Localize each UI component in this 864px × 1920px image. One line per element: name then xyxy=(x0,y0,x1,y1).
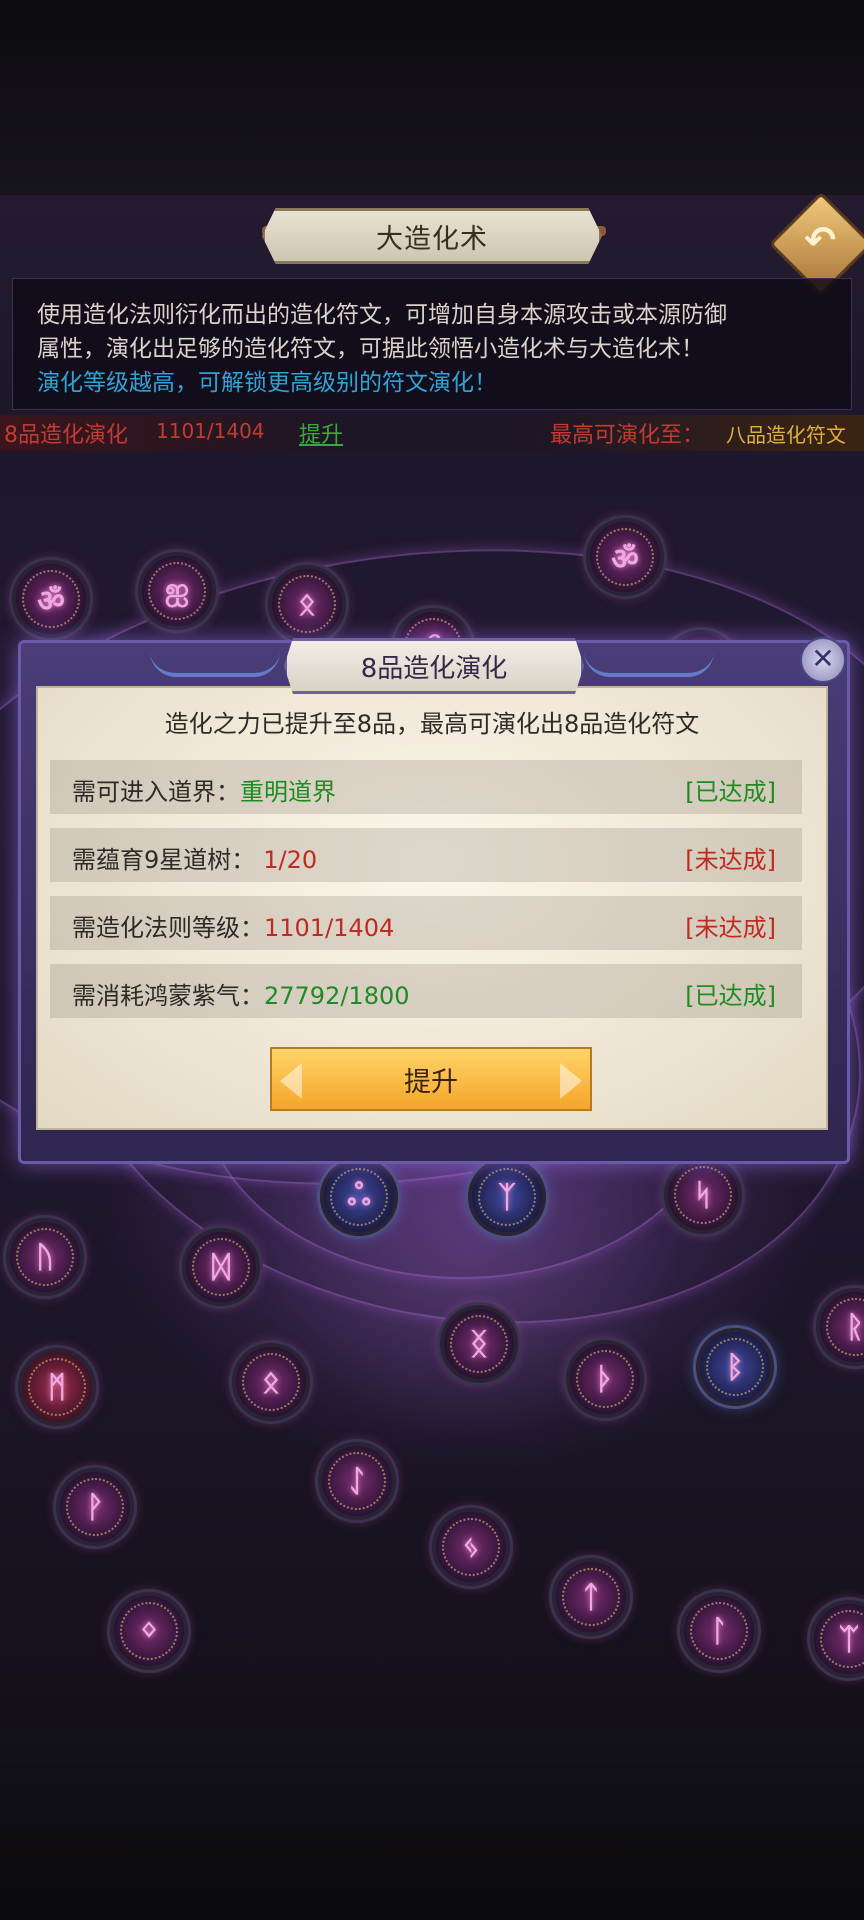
rune-node[interactable]: ᚢ xyxy=(6,1218,84,1296)
rune-node[interactable]: ᛚ xyxy=(680,1592,758,1670)
status-bar-top xyxy=(0,0,864,195)
rune-glyph-icon: ᛝ xyxy=(470,1326,488,1362)
max-evolution-rank: 八品造化符文 xyxy=(726,423,846,447)
modal-title: 8品造化演化 xyxy=(284,638,584,694)
rune-glyph-icon: ᚹ xyxy=(86,1489,104,1525)
rune-glyph-icon: ᛞ xyxy=(212,1249,230,1285)
rune-glyph-icon: ᛟ xyxy=(298,586,316,622)
rune-node[interactable]: ᛉ xyxy=(468,1158,546,1236)
rune-glyph-icon: ॐ xyxy=(37,583,65,619)
requirement-status: [已达成] xyxy=(685,982,776,1010)
rune-glyph-icon: ᛗ xyxy=(48,1369,66,1405)
rune-glyph-icon: ᚱ xyxy=(846,1309,864,1345)
rune-node[interactable]: ᛃ xyxy=(432,1508,510,1586)
rune-node[interactable]: ᛝ xyxy=(440,1305,518,1383)
rune-glyph-icon: ᛒ xyxy=(726,1349,744,1385)
evolution-level: 8品造化演化 xyxy=(4,423,128,448)
rune-glyph-icon: ᛉ xyxy=(498,1179,516,1215)
rune-glyph-icon: ஃ xyxy=(347,1177,371,1213)
rune-glyph-icon: ᛋ xyxy=(694,1177,712,1213)
requirement-status: [未达成] xyxy=(685,914,776,942)
rune-glyph-icon: ஐ xyxy=(164,571,190,607)
page-title: 大造化术 xyxy=(262,208,602,264)
rune-glyph-icon: ᚢ xyxy=(36,1239,54,1275)
rune-node[interactable]: ᚦ xyxy=(566,1340,644,1418)
upgrade-button[interactable]: 提升 xyxy=(270,1047,592,1111)
rune-node[interactable]: ᛏ xyxy=(552,1558,630,1636)
rune-node[interactable]: ᛟ xyxy=(232,1343,310,1421)
requirement-label: 需可进入道界：重明道界 xyxy=(72,778,336,806)
rune-glyph-icon: ᚦ xyxy=(596,1361,614,1397)
rune-glyph-icon: ॐ xyxy=(611,541,639,577)
rune-glyph-icon: ᛠ xyxy=(840,1621,858,1657)
rune-node[interactable]: ᛒ xyxy=(696,1328,774,1406)
requirement-label: 需蕴育9星道树： 1/20 xyxy=(72,846,318,874)
rune-glyph-icon: ᛚ xyxy=(710,1613,728,1649)
rune-glyph-icon: ᛏ xyxy=(582,1579,600,1615)
evolution-progress: 1101/1404 xyxy=(156,419,265,443)
rune-glyph-icon: ᛃ xyxy=(462,1529,480,1565)
rune-node[interactable]: ᛇ xyxy=(318,1442,396,1520)
rune-glyph-icon: ᛟ xyxy=(262,1364,280,1400)
max-evolution-label: 最高可演化至： xyxy=(550,423,705,448)
rune-node[interactable]: ஐ xyxy=(138,552,216,630)
rune-node[interactable]: ᛞ xyxy=(182,1228,260,1306)
rune-glyph-icon: ᛜ xyxy=(140,1613,158,1649)
requirement-label: 需造化法则等级：1101/1404 xyxy=(72,914,395,942)
upgrade-button-label: 提升 xyxy=(404,1066,458,1098)
description-line: 使用造化法则衍化而出的造化符文，可增加自身本源攻击或本源防御 xyxy=(37,302,727,328)
upgrade-link[interactable]: 提升 xyxy=(299,417,343,449)
modal-title-text: 8品造化演化 xyxy=(360,653,508,684)
back-arrow-icon[interactable]: ↶ xyxy=(800,218,840,262)
rune-node[interactable]: ஃ xyxy=(320,1158,398,1236)
description-line: 属性，演化出足够的造化符文，可据此领悟小造化术与大造化术！ xyxy=(37,336,704,362)
requirement-status: [已达成] xyxy=(685,778,776,806)
rune-node[interactable]: ᛋ xyxy=(664,1156,742,1234)
rune-glyph-icon: ᛇ xyxy=(348,1463,366,1499)
evolution-status-bar: 8品造化演化 1101/1404 提升 最高可演化至： 八品造化符文 xyxy=(0,415,864,451)
rune-node[interactable]: ॐ xyxy=(586,518,664,596)
rune-node[interactable]: ᛗ xyxy=(18,1348,96,1426)
requirement-label: 需消耗鸿蒙紫气：27792/1800 xyxy=(72,982,410,1010)
requirement-status: [未达成] xyxy=(685,846,776,874)
close-icon[interactable]: ✕ xyxy=(800,637,846,683)
modal-subtitle: 造化之力已提升至8品，最高可演化出8品造化符文 xyxy=(164,710,700,738)
rune-node[interactable]: ᛜ xyxy=(110,1592,188,1670)
requirement-row: 需蕴育9星道树： 1/20 [未达成] xyxy=(50,828,802,882)
modal-ornament xyxy=(150,651,280,677)
rune-node[interactable]: ॐ xyxy=(12,560,90,638)
requirement-row: 需造化法则等级：1101/1404 [未达成] xyxy=(50,896,802,950)
description-highlight: 演化等级越高，可解锁更高级别的符文演化！ xyxy=(37,370,497,396)
page-title-text: 大造化术 xyxy=(376,223,488,255)
requirement-row: 需可进入道界：重明道界 [已达成] xyxy=(50,760,802,814)
navigation-bar-bottom xyxy=(0,1728,864,1920)
modal-ornament xyxy=(584,651,714,677)
rune-node[interactable]: ᚹ xyxy=(56,1468,134,1546)
description-box: 使用造化法则衍化而出的造化符文，可增加自身本源攻击或本源防御 属性，演化出足够的… xyxy=(12,278,852,410)
rune-node[interactable]: ᛟ xyxy=(268,565,346,643)
requirement-row: 需消耗鸿蒙紫气：27792/1800 [已达成] xyxy=(50,964,802,1018)
